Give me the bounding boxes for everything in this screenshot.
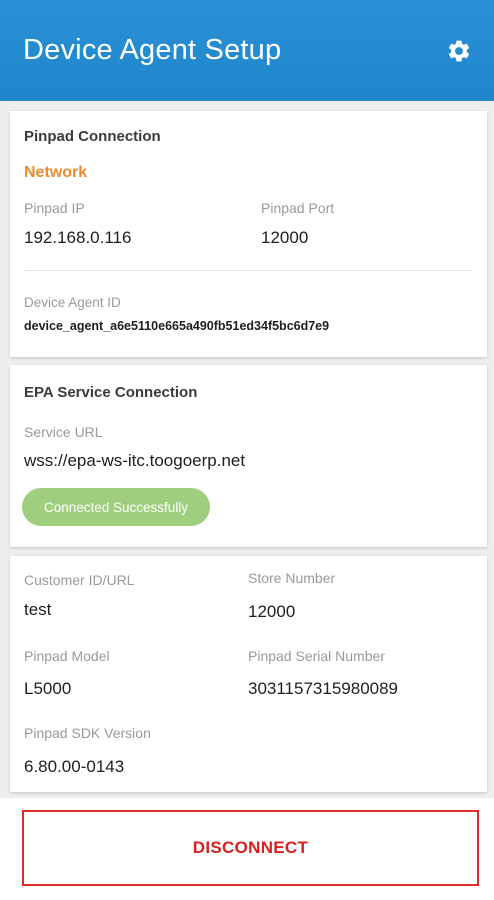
settings-button[interactable] xyxy=(446,38,472,64)
gear-icon xyxy=(448,40,470,61)
device-agent-id-label: Device Agent ID xyxy=(24,295,121,310)
divider xyxy=(25,270,472,271)
pinpad-model-label: Pinpad Model xyxy=(24,648,110,664)
connection-mode: Network xyxy=(24,164,88,181)
service-url-value: wss://epa-ws-itc.toogoerp.net xyxy=(24,451,246,470)
pinpad-ip-value: 192.168.0.116 xyxy=(24,228,132,247)
sdk-version-label: Pinpad SDK Version xyxy=(24,725,151,741)
store-number-value: 12000 xyxy=(248,602,296,621)
store-number-label: Store Number xyxy=(248,570,336,586)
pinpad-model-value: L5000 xyxy=(24,679,72,698)
pinpad-serial-value: 3031157315980089 xyxy=(248,679,399,698)
disconnect-button[interactable]: DISCONNECT xyxy=(22,810,479,886)
device-agent-id-value: device_agent_a6e5110e665a490fb51ed34f5bc… xyxy=(24,319,330,333)
device-info-card: Customer ID/URL test Store Number 12000 … xyxy=(10,556,487,792)
pinpad-port-value: 12000 xyxy=(261,228,309,247)
status-badge: Connected Successfully xyxy=(22,488,210,526)
service-url-label: Service URL xyxy=(24,424,103,440)
pinpad-connection-card: Pinpad Connection Network Pinpad IP 192.… xyxy=(10,111,487,357)
footer: DISCONNECT xyxy=(0,798,494,900)
customer-id-label: Customer ID/URL xyxy=(24,572,135,588)
pinpad-port-label: Pinpad Port xyxy=(261,200,335,216)
section-title-pinpad-connection: Pinpad Connection xyxy=(24,128,161,145)
sdk-version-value: 6.80.00-0143 xyxy=(24,757,125,776)
pinpad-serial-label: Pinpad Serial Number xyxy=(248,648,385,664)
page-title: Device Agent Setup xyxy=(23,34,282,66)
section-title-epa-service: EPA Service Connection xyxy=(24,384,198,401)
pinpad-ip-label: Pinpad IP xyxy=(24,200,85,216)
app-bar: Device Agent Setup xyxy=(0,0,494,101)
epa-service-card: EPA Service Connection Service URL wss:/… xyxy=(10,365,487,547)
customer-id-value: test xyxy=(24,600,52,619)
